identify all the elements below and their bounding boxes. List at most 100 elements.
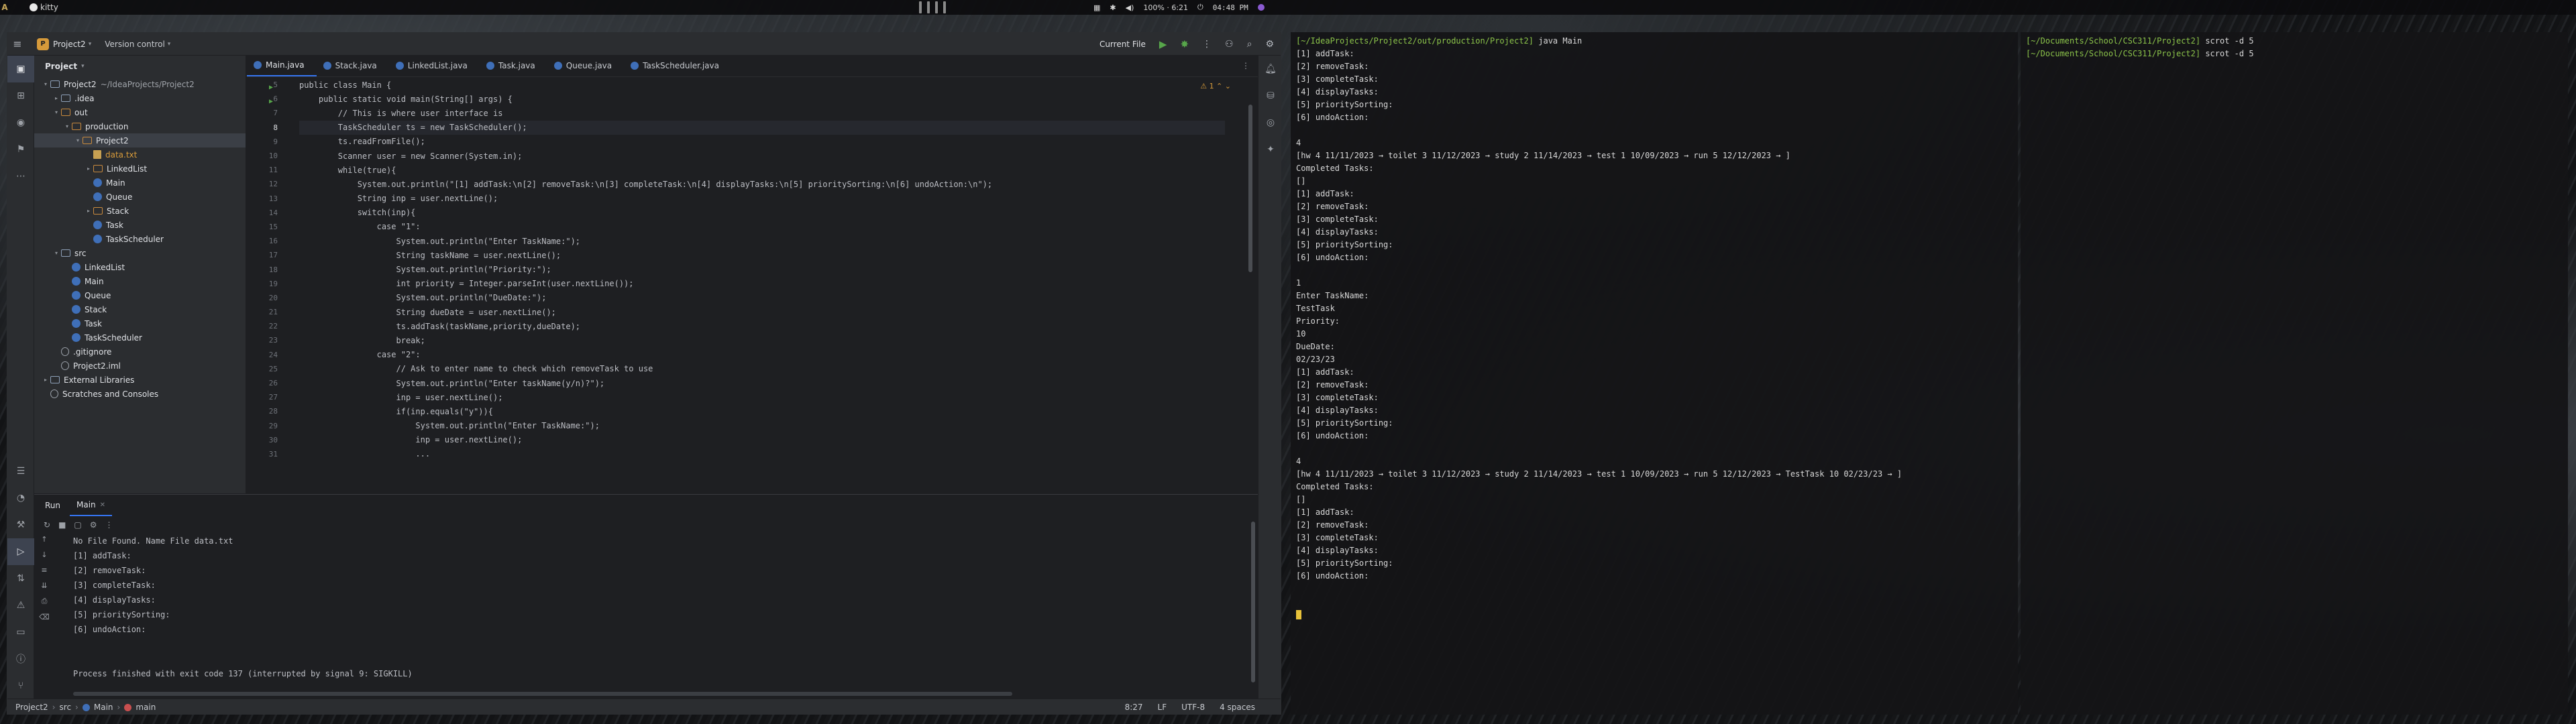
code-line[interactable]: inp = user.nextLine(); [299,390,1225,404]
tree-item[interactable]: TaskScheduler [34,232,246,246]
chevron-down-icon[interactable]: ▾ [73,137,83,143]
scroll-end-icon[interactable]: ⇊ [41,581,47,590]
tree-item[interactable]: ▸ External Libraries [34,373,246,387]
problems-tool-icon[interactable]: ⚠ [7,592,34,619]
run-config-select[interactable]: Current File [1099,40,1146,49]
editor-tab[interactable]: LinkedList.java [389,55,480,76]
search-icon[interactable]: ⌕ [1247,39,1252,50]
code-line[interactable]: public class Main { [299,78,1225,92]
chevron-right-icon[interactable]: ▸ [52,95,61,101]
git-tool-icon[interactable]: ⇅ [7,565,34,592]
chevron-right-icon[interactable]: ▸ [84,208,93,214]
breadcrumb-method[interactable]: main [136,703,156,712]
workspace-indicator[interactable]: A [0,3,9,12]
breadcrumb-src[interactable]: src [60,703,72,712]
tree-item[interactable]: Main [34,176,246,190]
code-line[interactable]: String dueDate = user.nextLine(); [299,305,1225,319]
add-user-icon[interactable]: ⚇ [1225,39,1234,50]
code-line[interactable]: while(true){ [299,163,1225,177]
scroll-down-icon[interactable]: ↓ [41,550,47,559]
clock[interactable]: 04:48 PM [1213,3,1248,12]
tree-item[interactable]: ▸ .idea [34,91,246,105]
tree-item[interactable]: ▾ Project2 ~/IdeaProjects/Project2 [34,77,246,91]
more-actions-icon[interactable]: ⋮ [105,520,113,530]
build-tool-icon[interactable]: ⚒ [7,511,34,538]
run-icon[interactable]: ▶ [1159,38,1167,50]
bookmarks-tool-icon[interactable]: ⚑ [7,136,34,163]
tree-item[interactable]: .gitignore [34,345,246,359]
caret-position[interactable]: 8:27 [1125,703,1143,712]
code-line[interactable]: inp = user.nextLine(); [299,433,1225,447]
run-console-output[interactable]: No File Found. Name File data.txt [1] add… [73,536,1214,687]
code-line[interactable]: case "2": [299,348,1225,362]
editor-scrollbar[interactable] [1248,105,1252,272]
chevron-down-icon[interactable]: ▾ [41,81,50,87]
network-icon[interactable]: ▦ [1093,3,1100,12]
tabs-more-icon[interactable]: ⋮ [1242,61,1250,70]
chevron-down-icon[interactable]: ▾ [52,109,61,115]
clear-icon[interactable]: ⌫ [39,613,50,621]
chevron-right-icon[interactable]: ▸ [41,377,50,383]
code-line[interactable]: switch(inp){ [299,206,1225,220]
chevron-right-icon[interactable]: ▸ [84,166,93,172]
tree-item[interactable]: ▾ Project2 [34,133,246,147]
tree-item[interactable]: LinkedList [34,260,246,274]
chevron-down-icon[interactable]: ▾ [62,123,72,129]
rerun-icon[interactable]: ↻ [44,520,50,530]
vcs-tool-icon[interactable]: ⑂ [7,672,34,699]
more-tools-icon[interactable]: ⋯ [7,163,34,190]
code-line[interactable]: ts.addTask(taskName,priority,dueDate); [299,319,1225,333]
code-line[interactable]: ... [299,447,1225,461]
tree-item[interactable]: Queue [34,288,246,302]
console-h-scrollbar[interactable] [73,692,1012,696]
tree-item[interactable]: ▸ Stack [34,204,246,218]
more-actions-icon[interactable]: ⋮ [1202,39,1212,50]
code-line[interactable]: String inp = user.nextLine(); [299,192,1225,206]
code-line[interactable]: System.out.println("Enter TaskName:"); [299,419,1225,433]
editor-tab[interactable]: Task.java [480,55,547,76]
tree-item[interactable]: TaskScheduler [34,330,246,345]
todo-tool-icon[interactable]: ⓘ [7,646,34,672]
soft-wrap-icon[interactable]: ≡ [41,566,47,575]
file-encoding[interactable]: UTF-8 [1181,703,1205,712]
run-tool-icon[interactable]: ▷ [7,538,34,565]
code-area[interactable]: 5 6 7 8 9 10 11 12 13 14 15 16 17 18 19 20 21 22 23 24 25 26 2… [247,78,1258,493]
gradle-icon[interactable]: ◎ [1258,109,1281,136]
tree-item[interactable]: ▾ out [34,105,246,119]
battery-status[interactable]: 100% · 6:21 [1143,3,1188,12]
line-separator[interactable]: LF [1158,703,1167,712]
code-line[interactable]: // Ask to enter name to check which remo… [299,362,1225,376]
tree-item[interactable]: ▾ production [34,119,246,133]
debug-icon[interactable]: ✸ [1180,38,1189,50]
tree-item[interactable]: Queue [34,190,246,204]
close-icon[interactable]: ✕ [100,501,105,509]
code-line[interactable]: public static void main(String[] args) { [299,92,1225,106]
notifications-icon[interactable]: 🔔︎ [1258,56,1281,82]
terminal-window-scrot[interactable]: [~/Documents/School/CSC311/Project2] scr… [2021,32,2568,715]
stop-icon[interactable]: ■ [58,520,66,530]
chevron-down-icon[interactable]: ▾ [52,250,61,256]
bluetooth-icon[interactable]: ✱ [1110,3,1116,12]
code-line[interactable]: System.out.println("DueDate:"); [299,291,1225,305]
code-line[interactable]: System.out.println("Enter taskName(y/n)?… [299,376,1225,390]
warning-indicator[interactable]: ⚠ 1 ⌃ ⌄ [1200,82,1231,90]
tree-item[interactable]: ▸ LinkedList [34,162,246,176]
structure-list-icon[interactable]: ☰ [7,458,34,485]
version-control-menu[interactable]: Version control [105,40,165,49]
code-line[interactable]: ts.readFromFile(); [299,135,1225,149]
tree-item[interactable]: data.txt [34,147,246,162]
code-line[interactable]: System.out.println("Enter TaskName:"); [299,234,1225,248]
code-line[interactable]: String taskName = user.nextLine(); [299,248,1225,262]
run-gutter-icons[interactable]: ▶ ▶ [269,80,273,109]
database-icon[interactable]: ⛁ [1258,82,1281,109]
project-tool-icon[interactable]: ▣ [7,56,34,82]
print-icon[interactable]: ⎙ [42,597,48,606]
project-switcher[interactable]: Project2 [53,40,86,49]
breadcrumb-class[interactable]: Main [94,703,113,712]
tree-item[interactable]: Project2.iml [34,359,246,373]
terminal-window-java[interactable]: [~/IdeaProjects/Project2/out/production/… [1291,32,2018,715]
code-line[interactable]: if(inp.equals("y")){ [299,404,1225,418]
structure-tool-icon[interactable]: ⊞ [7,82,34,109]
code-line[interactable]: // This is where user interface is [299,106,1225,120]
ai-assistant-icon[interactable]: ✦ [1258,136,1281,163]
